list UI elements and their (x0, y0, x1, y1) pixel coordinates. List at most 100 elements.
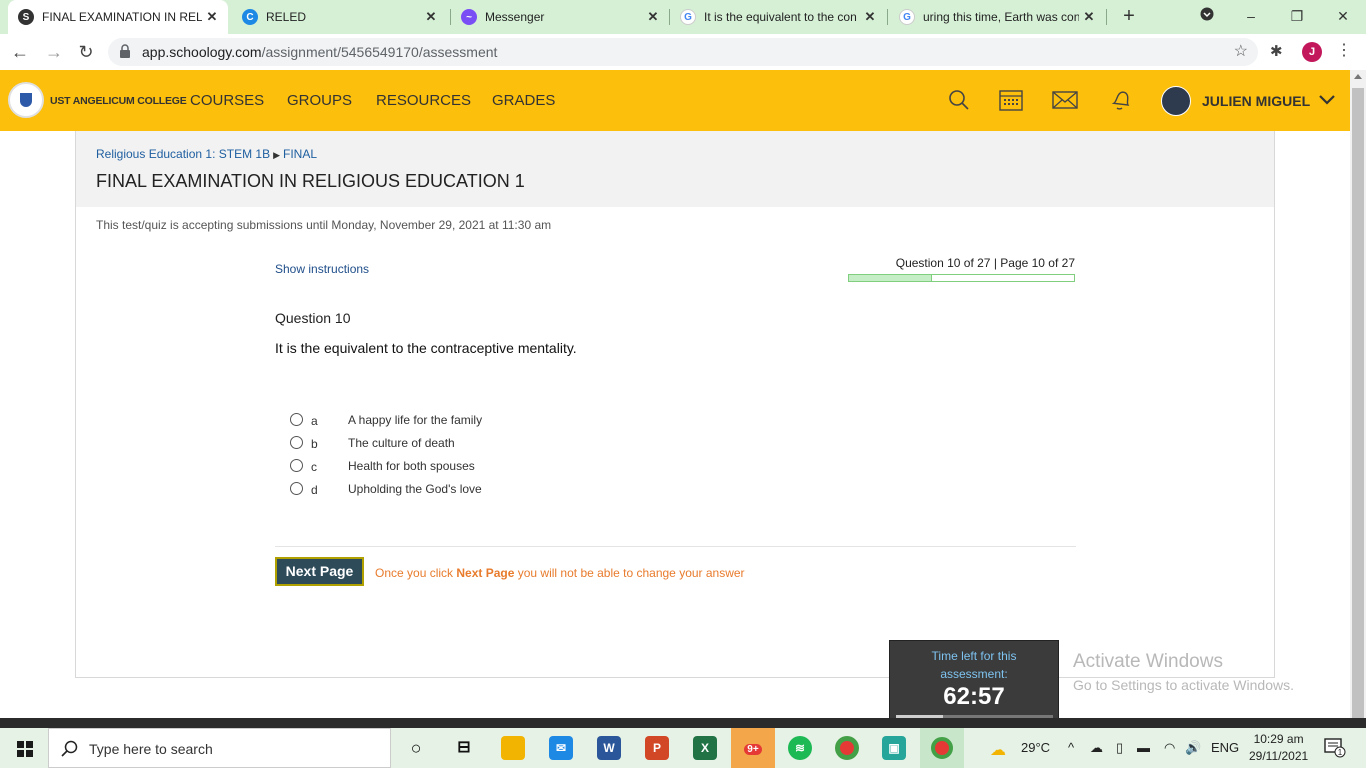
task-view-icon[interactable]: ⊟ (452, 736, 476, 760)
divider (275, 546, 1076, 547)
spotify-icon[interactable]: ≋ (788, 736, 812, 760)
tab-search-button[interactable] (1192, 4, 1222, 28)
wifi-icon[interactable]: ◠ (1164, 740, 1175, 756)
tab-google-search-1[interactable]: G It is the equivalent to the con ✕ (670, 0, 886, 34)
word-icon[interactable]: W (597, 736, 621, 760)
camera-app-icon[interactable]: ▣ (882, 736, 906, 760)
question-text: It is the equivalent to the contraceptiv… (275, 340, 577, 356)
radio-button[interactable] (290, 459, 303, 472)
choice-c[interactable]: c Health for both spouses (290, 458, 790, 481)
mail-app-icon[interactable]: ✉ (549, 736, 573, 760)
chrome-icon[interactable] (835, 736, 859, 760)
calendar-icon[interactable] (998, 88, 1024, 112)
radio-button[interactable] (290, 413, 303, 426)
restore-button[interactable]: ❐ (1282, 4, 1312, 28)
close-icon[interactable]: ✕ (1079, 9, 1099, 25)
powerpoint-icon[interactable]: P (645, 736, 669, 760)
choice-a[interactable]: a A happy life for the family (290, 412, 790, 435)
chevron-down-icon[interactable] (1318, 90, 1336, 108)
radio-button[interactable] (290, 436, 303, 449)
choice-text[interactable]: Health for both spouses (348, 459, 475, 473)
question-number: Question 10 (275, 310, 351, 326)
new-tab-button[interactable]: + (1118, 5, 1140, 27)
show-instructions-link[interactable]: Show instructions (275, 262, 369, 276)
assessment-timer: Time left for this assessment: 62:57 (889, 640, 1059, 727)
cortana-icon[interactable]: ○ (404, 736, 428, 760)
schoology-icon: S (18, 9, 34, 25)
close-window-button[interactable]: ✕ (1328, 4, 1358, 28)
discord-icon[interactable]: 9+ (731, 728, 775, 768)
language-indicator[interactable]: ENG (1211, 740, 1239, 755)
nav-courses[interactable]: COURSES (190, 92, 264, 109)
scrollbar-thumb[interactable] (1352, 88, 1364, 736)
user-avatar[interactable] (1161, 86, 1191, 116)
breadcrumb-separator-icon: ▶ (273, 150, 281, 160)
address-bar[interactable]: app.schoology.com/assignment/5456549170/… (108, 38, 1258, 66)
choice-text[interactable]: Upholding the God's love (348, 482, 482, 496)
tab-separator (1106, 9, 1107, 25)
watermark-line1: Activate Windows (1073, 651, 1223, 672)
scroll-up-arrow-icon[interactable] (1354, 74, 1362, 79)
page-scrollbar[interactable] (1350, 70, 1366, 736)
school-name[interactable]: UST ANGELICUM COLLEGE (50, 95, 187, 107)
user-name[interactable]: JULIEN MIGUEL (1202, 93, 1310, 109)
assessment-panel: Religious Education 1: STEM 1B ▶ FINAL FIN… (75, 131, 1275, 678)
choice-b[interactable]: b The culture of death (290, 435, 790, 458)
mail-icon[interactable] (1052, 88, 1078, 112)
reload-button[interactable]: ↻ (74, 40, 98, 64)
close-icon[interactable]: ✕ (643, 9, 663, 25)
volume-icon[interactable]: 🔊 (1185, 740, 1201, 756)
url-host: app.schoology.com (142, 44, 262, 60)
back-button[interactable]: ← (8, 40, 32, 64)
breadcrumb-folder-link[interactable]: FINAL (283, 147, 317, 161)
close-icon[interactable]: ✕ (202, 9, 222, 25)
bookmark-star-icon[interactable]: ☆ (1234, 41, 1248, 61)
weather-icon[interactable]: ☁ (990, 740, 1006, 760)
menu-kebab-icon[interactable]: ⋮ (1336, 40, 1352, 60)
close-icon[interactable]: ✕ (860, 9, 880, 25)
tab-google-search-2[interactable]: G uring this time, Earth was con ✕ (889, 0, 1105, 34)
windows-taskbar: Type here to search ○ ⊟ ✉ W P X 9+ ≋ ▣ ☁… (0, 728, 1366, 768)
taskbar-search-box[interactable]: Type here to search (48, 728, 391, 768)
tab-separator (887, 9, 888, 25)
file-explorer-icon[interactable] (501, 736, 525, 760)
onedrive-icon[interactable]: ☁ (1090, 740, 1103, 756)
search-icon[interactable] (946, 88, 972, 112)
page-title-box: Religious Education 1: STEM 1B ▶ FINAL FIN… (76, 131, 1274, 207)
google-icon: G (899, 9, 915, 25)
radio-button[interactable] (290, 482, 303, 495)
school-logo[interactable] (8, 82, 44, 118)
choice-text[interactable]: A happy life for the family (348, 413, 482, 427)
close-icon[interactable]: ✕ (421, 9, 441, 25)
notification-bell-icon[interactable] (1108, 88, 1134, 112)
search-icon (61, 740, 78, 757)
minimize-button[interactable]: – (1236, 4, 1266, 28)
show-hidden-icons-chevron-icon[interactable]: ^ (1068, 740, 1074, 755)
excel-icon[interactable]: X (693, 736, 717, 760)
clock-time: 10:29 am (1253, 732, 1304, 746)
next-page-button[interactable]: Next Page (275, 557, 364, 586)
action-center-icon[interactable]: 1 (1324, 738, 1346, 758)
choice-d[interactable]: d Upholding the God's love (290, 481, 790, 504)
system-clock[interactable]: 10:29 am 29/11/2021 (1249, 731, 1308, 765)
windows-start-icon[interactable] (17, 741, 33, 757)
tab-messenger[interactable]: ~ Messenger ✕ (451, 0, 669, 34)
extensions-puzzle-icon[interactable]: ✱ (1270, 42, 1283, 60)
battery-icon[interactable]: ▯ (1116, 740, 1123, 756)
tab-final-examination[interactable]: S FINAL EXAMINATION IN RELI ✕ (8, 0, 228, 34)
nav-grades[interactable]: GRADES (492, 92, 555, 109)
breadcrumb-course-link[interactable]: Religious Education 1: STEM 1B (96, 147, 270, 161)
forward-button[interactable]: → (42, 40, 66, 64)
nav-resources[interactable]: RESOURCES (376, 92, 471, 109)
profile-avatar[interactable]: J (1302, 42, 1322, 62)
choice-text[interactable]: The culture of death (348, 436, 455, 450)
network-icon[interactable]: ▬ (1137, 740, 1150, 755)
tab-title: FINAL EXAMINATION IN RELI (42, 10, 202, 24)
discord-badge: 9+ (744, 744, 762, 755)
timer-value: 62:57 (943, 683, 1005, 710)
nav-groups[interactable]: GROUPS (287, 92, 352, 109)
chrome-active-icon[interactable] (920, 728, 964, 768)
temperature[interactable]: 29°C (1021, 740, 1050, 755)
tab-strip: S FINAL EXAMINATION IN RELI ✕ C RELED ✕ … (0, 0, 1366, 34)
tab-reled[interactable]: C RELED ✕ (232, 0, 447, 34)
